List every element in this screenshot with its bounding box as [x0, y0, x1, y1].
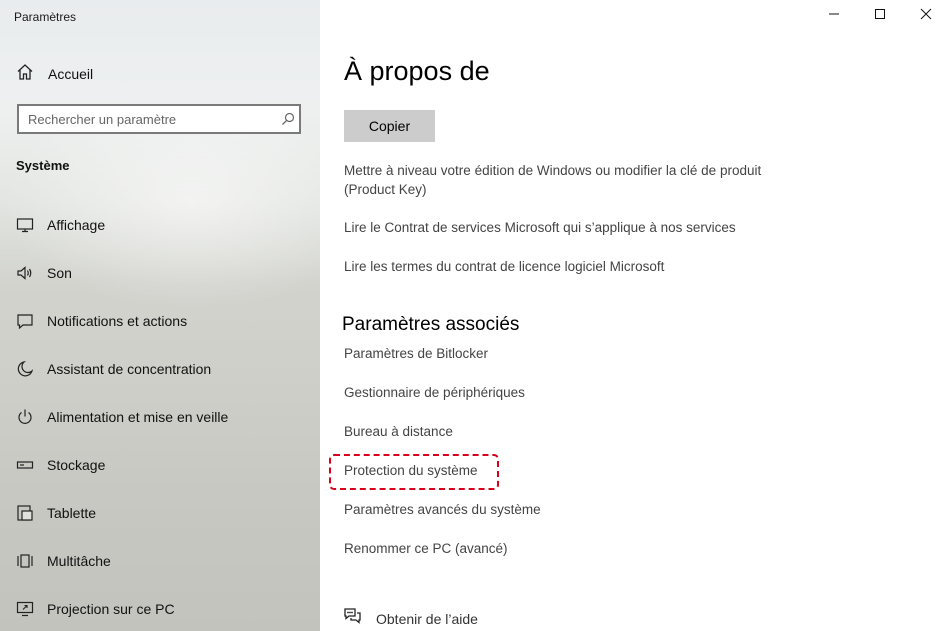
get-help-link[interactable]: Obtenir de l’aide — [342, 606, 478, 631]
home-label: Accueil — [48, 66, 94, 82]
rename-pc-link[interactable]: Renommer ce PC (avancé) — [344, 541, 508, 556]
remote-desktop-link[interactable]: Bureau à distance — [344, 424, 453, 439]
speaker-icon — [16, 264, 34, 282]
advanced-system-settings-link[interactable]: Paramètres avancés du système — [344, 502, 541, 517]
sidebar-item-affichage[interactable]: Affichage — [0, 201, 320, 249]
moon-icon — [16, 360, 34, 378]
sidebar-item-label: Multitâche — [47, 553, 111, 569]
sidebar-item-label: Tablette — [47, 505, 97, 521]
bitlocker-settings-link[interactable]: Paramètres de Bitlocker — [344, 346, 488, 361]
related-settings-title: Paramètres associés — [342, 314, 520, 335]
copy-button[interactable]: Copier — [344, 110, 435, 142]
sidebar-item-multitache[interactable]: Multitâche — [0, 537, 320, 585]
sidebar-item-son[interactable]: Son — [0, 249, 320, 297]
help-chat-icon — [342, 606, 362, 631]
multitask-icon — [16, 552, 34, 570]
page-title: À propos de — [344, 56, 490, 86]
license-terms-link[interactable]: Lire les termes du contrat de licence lo… — [344, 257, 664, 276]
sidebar-item-label: Notifications et actions — [47, 313, 188, 329]
section-title: Système — [16, 158, 70, 173]
sidebar: Paramètres Accueil Système Affichage Son — [0, 0, 320, 631]
sidebar-item-projection[interactable]: Projection sur ce PC — [0, 585, 320, 631]
sidebar-item-tablette[interactable]: Tablette — [0, 489, 320, 537]
notification-icon — [16, 312, 34, 330]
sidebar-item-label: Assistant de concentration — [47, 361, 212, 377]
sidebar-item-label: Son — [47, 265, 72, 281]
sidebar-item-stockage[interactable]: Stockage — [0, 441, 320, 489]
tablet-icon — [16, 504, 34, 522]
storage-icon — [16, 456, 34, 474]
search-icon[interactable] — [277, 108, 299, 130]
sidebar-nav: Affichage Son Notifications et actions A… — [0, 201, 320, 631]
sidebar-item-concentration[interactable]: Assistant de concentration — [0, 345, 320, 393]
home-nav-item[interactable]: Accueil — [16, 62, 93, 86]
search-input[interactable] — [19, 106, 277, 132]
upgrade-windows-link[interactable]: Mettre à niveau votre édition de Windows… — [344, 161, 814, 199]
sidebar-item-label: Alimentation et mise en veille — [47, 409, 229, 425]
sidebar-item-label: Affichage — [47, 217, 106, 233]
device-manager-link[interactable]: Gestionnaire de périphériques — [344, 385, 525, 400]
home-icon — [16, 63, 34, 86]
main-content: À propos de Copier Mettre à niveau votre… — [320, 0, 949, 631]
highlight-annotation — [329, 454, 499, 490]
services-agreement-link[interactable]: Lire le Contrat de services Microsoft qu… — [344, 218, 736, 237]
sidebar-item-notifications[interactable]: Notifications et actions — [0, 297, 320, 345]
sidebar-item-label: Projection sur ce PC — [47, 601, 175, 617]
search-box[interactable] — [17, 104, 301, 134]
power-icon — [16, 408, 34, 426]
display-icon — [16, 216, 34, 234]
get-help-label: Obtenir de l’aide — [376, 610, 478, 627]
projection-icon — [16, 600, 34, 618]
sidebar-item-alimentation[interactable]: Alimentation et mise en veille — [0, 393, 320, 441]
sidebar-item-label: Stockage — [47, 457, 106, 473]
app-title: Paramètres — [14, 10, 77, 24]
